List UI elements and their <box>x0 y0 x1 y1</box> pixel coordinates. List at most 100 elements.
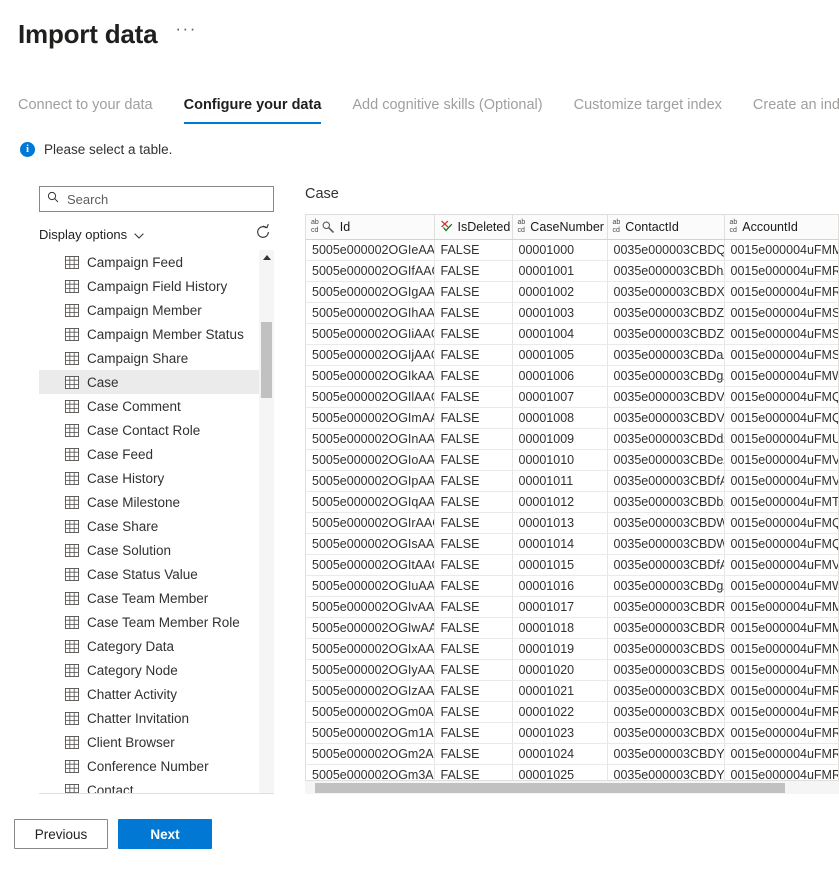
table-list[interactable]: Campaign Feed Campaign Field History Campa… <box>39 250 259 793</box>
table-list-item[interactable]: Campaign Field History <box>39 274 259 298</box>
table-list-item[interactable]: Campaign Feed <box>39 250 259 274</box>
table-list-item[interactable]: Campaign Member Status <box>39 322 259 346</box>
table-cell: 0035e000003CBDQA... <box>607 239 725 261</box>
table-row[interactable]: 5005e000002OGIzAAG FALSE 00001021 0035e0000… <box>306 680 838 702</box>
table-list-item[interactable]: Case <box>39 370 259 394</box>
table-list-item[interactable]: Case Status Value <box>39 562 259 586</box>
table-cell: 5005e000002OGIlAAG <box>306 386 435 408</box>
tab-1[interactable]: Configure your data <box>183 97 322 124</box>
scrollbar-thumb[interactable] <box>261 322 272 398</box>
table-list-item[interactable]: Case Team Member Role <box>39 610 259 634</box>
table-cell: 5005e000002OGIhAAG <box>306 302 435 324</box>
table-list-item-label: Campaign Field History <box>87 278 228 294</box>
table-cell: 0015e000004uFMRAA2 <box>724 743 838 765</box>
table-list-item[interactable]: Case Comment <box>39 394 259 418</box>
table-cell: 0015e000004uFMRAA2 <box>724 281 838 303</box>
table-row[interactable]: 5005e000002OGIpAAG FALSE 00001011 0035e0000… <box>306 470 838 492</box>
tab-4[interactable]: Create an indexer <box>753 97 839 124</box>
table-list-item[interactable]: Client Browser <box>39 730 259 754</box>
table-row[interactable]: 5005e000002OGIxAAG FALSE 00001019 0035e0000… <box>306 638 838 660</box>
table-cell: 00001007 <box>512 386 608 408</box>
table-list-item[interactable]: Campaign Share <box>39 346 259 370</box>
table-list-item[interactable]: Chatter Activity <box>39 682 259 706</box>
table-row[interactable]: 5005e000002OGIlAAG FALSE 00001007 0035e0000… <box>306 386 838 408</box>
column-header[interactable]: IsDeleted <box>434 215 513 240</box>
table-row[interactable]: 5005e000002OGIiAAG FALSE 00001004 0035e0000… <box>306 323 838 345</box>
table-row[interactable]: 5005e000002OGm1A... FALSE 00001023 0035e000… <box>306 722 838 744</box>
table-icon <box>65 423 79 437</box>
table-cell: 00001018 <box>512 617 608 639</box>
search-box[interactable] <box>39 186 274 212</box>
table-row[interactable]: 5005e000002OGIhAAG FALSE 00001003 0035e0000… <box>306 302 838 324</box>
table-list-item[interactable]: Campaign Member <box>39 298 259 322</box>
tab-0[interactable]: Connect to your data <box>18 97 153 124</box>
column-header[interactable]: ab cd Id <box>306 215 435 240</box>
table-row[interactable]: 5005e000002OGIvAAG FALSE 00001017 0035e0000… <box>306 596 838 618</box>
table-icon <box>65 543 79 557</box>
table-cell: 0015e000004uFMVAA2 <box>724 470 838 492</box>
table-list-item[interactable]: Category Data <box>39 634 259 658</box>
table-icon <box>65 639 79 653</box>
table-row[interactable]: 5005e000002OGIrAAG FALSE 00001013 0035e0000… <box>306 512 838 534</box>
table-cell: 0035e000003CBDZAA4 <box>607 323 725 345</box>
table-row[interactable]: 5005e000002OGIoAAG FALSE 00001010 0035e0000… <box>306 449 838 471</box>
table-row[interactable]: 5005e000002OGIwAAG FALSE 00001018 0035e0000… <box>306 617 838 639</box>
table-list-item[interactable]: Case Share <box>39 514 259 538</box>
table-list-item[interactable]: Conference Number <box>39 754 259 778</box>
table-row[interactable]: 5005e000002OGm3A... FALSE 00001025 0035e000… <box>306 764 838 780</box>
table-row[interactable]: 5005e000002OGIuAAG FALSE 00001016 0035e0000… <box>306 575 838 597</box>
table-list-item-label: Campaign Member Status <box>87 326 244 342</box>
table-row[interactable]: 5005e000002OGIqAAG FALSE 00001012 0035e0000… <box>306 491 838 513</box>
table-row[interactable]: 5005e000002OGImAAGFALSE000010080035e0000… <box>306 407 838 429</box>
table-row[interactable]: 5005e000002OGIyAAG FALSE 00001020 0035e0000… <box>306 659 838 681</box>
column-header[interactable]: ab cd AccountId <box>724 215 838 240</box>
table-cell: 5005e000002OGIgAAG <box>306 281 435 303</box>
table-list-item-label: Category Node <box>87 662 178 678</box>
table-row[interactable]: 5005e000002OGInAAG FALSE 00001009 0035e0000… <box>306 428 838 450</box>
overflow-menu-button[interactable]: ··· <box>175 20 196 44</box>
table-cell: 5005e000002OGIeAAG <box>306 239 435 261</box>
table-list-item[interactable]: Category Node <box>39 658 259 682</box>
table-list-scrollbar[interactable] <box>259 250 274 793</box>
table-cell: 00001011 <box>512 470 608 492</box>
table-cell: 00001009 <box>512 428 608 450</box>
table-list-item[interactable]: Case Contact Role <box>39 418 259 442</box>
table-row[interactable]: 5005e000002OGIjAAG FALSE 00001005 0035e0000… <box>306 344 838 366</box>
table-row[interactable]: 5005e000002OGIfAAG FALSE 00001001 0035e0000… <box>306 260 838 282</box>
table-list-item[interactable]: Case History <box>39 466 259 490</box>
table-cell: 5005e000002OGItAAG <box>306 554 435 576</box>
tab-2[interactable]: Add cognitive skills (Optional) <box>352 97 542 124</box>
table-list-item[interactable]: Case Milestone <box>39 490 259 514</box>
display-options-dropdown[interactable]: Display options <box>39 227 144 242</box>
tab-3[interactable]: Customize target index <box>574 97 722 124</box>
table-list-item[interactable]: Case Feed <box>39 442 259 466</box>
previous-button[interactable]: Previous <box>14 819 108 849</box>
table-cell: 5005e000002OGm0A... <box>306 701 435 723</box>
column-header[interactable]: ab cd CaseNumber <box>512 215 608 240</box>
table-row[interactable]: 5005e000002OGIsAAG FALSE 00001014 0035e0000… <box>306 533 838 555</box>
table-browser-panel: Display options Campaign Feed Campaign Fi… <box>39 186 274 794</box>
table-row[interactable]: 5005e000002OGIgAAG FALSE 00001002 0035e0000… <box>306 281 838 303</box>
table-row[interactable]: 5005e000002OGIeAAG FALSE 00001000 0035e0000… <box>306 239 838 261</box>
table-cell: 5005e000002OGIoAAG <box>306 449 435 471</box>
table-list-item[interactable]: Case Team Member <box>39 586 259 610</box>
table-row[interactable]: 5005e000002OGm0A... FALSE 00001022 0035e000… <box>306 701 838 723</box>
search-input[interactable] <box>65 190 266 208</box>
table-row[interactable]: 5005e000002OGm2A... FALSE 00001024 0035e000… <box>306 743 838 765</box>
grid-horizontal-scrollbar[interactable] <box>305 780 839 794</box>
table-list-item[interactable]: Contact <box>39 778 259 793</box>
column-header-label: IsDeleted <box>457 219 511 234</box>
scroll-up-button[interactable] <box>259 250 274 264</box>
table-row[interactable]: 5005e000002OGIkAAG FALSE 00001006 0035e0000… <box>306 365 838 387</box>
table-list-item-label: Case Share <box>87 518 159 534</box>
text-type-icon: ab cd <box>729 219 738 234</box>
table-row[interactable]: 5005e000002OGItAAG FALSE 00001015 0035e0000… <box>306 554 838 576</box>
refresh-button[interactable] <box>255 223 271 245</box>
table-list-item[interactable]: Chatter Invitation <box>39 706 259 730</box>
grid-hscrollbar-thumb[interactable] <box>315 783 785 793</box>
column-header[interactable]: ab cd ContactId <box>607 215 725 240</box>
next-button[interactable]: Next <box>118 819 212 849</box>
table-list-item[interactable]: Case Solution <box>39 538 259 562</box>
table-cell: 0015e000004uFMSAA2 <box>724 344 838 366</box>
table-cell: 00001020 <box>512 659 608 681</box>
